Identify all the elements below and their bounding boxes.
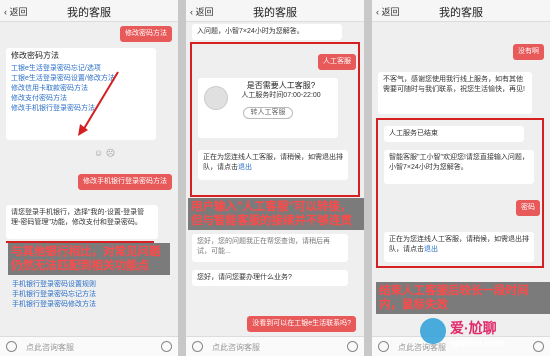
exit-queue-link[interactable]: 退出 bbox=[238, 164, 252, 171]
arrow-annotation bbox=[78, 71, 119, 136]
user-message: 密码 bbox=[516, 200, 540, 216]
related-links: 手机银行登录密码设置规则 手机银行登录密码忘记方法 手机银行登录密码修改方法 bbox=[12, 280, 96, 310]
voice-icon[interactable] bbox=[378, 341, 389, 352]
voice-icon[interactable] bbox=[6, 341, 17, 352]
user-message: 修改密码方法 bbox=[120, 26, 172, 42]
welcome-message: 智能客服"工小智"欢迎您!请您直接输入问题，小智7×24小时为您解答。 bbox=[384, 150, 534, 184]
transfer-button[interactable]: 转人工客服 bbox=[243, 107, 293, 119]
user-message: 人工客服 bbox=[318, 54, 356, 70]
faq-link[interactable]: 手机银行登录密码设置规则 bbox=[12, 280, 96, 290]
user-message: 修改手机银行登录密码方法 bbox=[78, 174, 172, 190]
chat-input[interactable]: 点此咨询客服 bbox=[26, 342, 74, 353]
bot-message: 入问题，小智7×24小时为您解答。 bbox=[192, 24, 342, 40]
bot-answer: 请您登录手机银行，选择"我的-设置-登录管理-密码管理"功能，修改支付和登录密码… bbox=[6, 205, 158, 239]
queue-message: 正在为您连线人工客服，请稍候，如需退出排队，请点击退出 bbox=[198, 150, 348, 180]
feedback-icons[interactable]: ☺ ☹ bbox=[94, 148, 115, 159]
chat-panel-3: ‹ 返回 我的客服 没有啊 不客气，感谢您使用我行线上服务，如有其他需要可随时与… bbox=[372, 0, 550, 356]
chat-panel-1: ‹ 返回 我的客服 修改密码方法 修改密码方法 工银e生活登录密码忘记/选项 工… bbox=[0, 0, 178, 356]
watermark-domain: igaliao.com bbox=[450, 338, 506, 349]
exit-queue-link[interactable]: 退出 bbox=[424, 246, 438, 253]
bot-message: 您好，您的问题我正在帮您查询，请稍后再试，可能... bbox=[192, 234, 348, 262]
chat-header: ‹ 返回 我的客服 bbox=[186, 0, 364, 22]
robot-avatar-icon bbox=[204, 86, 228, 110]
annotation-text: 用户输入"人工客服"可以转接，但与智能客服的接续并不够连贯 bbox=[188, 198, 364, 230]
add-icon[interactable] bbox=[347, 341, 358, 352]
faq-link[interactable]: 手机银行登录密码忘记方法 bbox=[12, 290, 96, 300]
session-ended: 人工服务已结束 bbox=[384, 126, 524, 142]
input-bar: 点此咨询客服 bbox=[186, 336, 364, 356]
bot-message: 不客气，感谢您使用我行线上服务，如有其他需要可随时与我们联系，祝您生活愉快，再见… bbox=[378, 72, 532, 114]
queue-message: 正在为您连线人工客服，请稍候，如需退出排队，请点击退出 bbox=[384, 232, 534, 262]
chat-header: ‹ 返回 我的客服 bbox=[372, 0, 550, 22]
annotation-text: 与其他银行相比，对常见问题仍然无法匹配到相关功能点 bbox=[8, 243, 170, 275]
transfer-card: 是否需要人工客服? 人工服务时间07:00-22:00 转人工客服 bbox=[198, 78, 338, 138]
bot-message: 您好，请问您要办理什么业务? bbox=[192, 270, 348, 286]
faq-link[interactable]: 手机银行登录密码修改方法 bbox=[12, 300, 96, 310]
page-title: 我的客服 bbox=[67, 7, 111, 19]
chat-input[interactable]: 点此咨询客服 bbox=[212, 342, 260, 353]
input-bar: 点此咨询客服 bbox=[0, 336, 178, 356]
chat-panel-2: ‹ 返回 我的客服 入问题，小智7×24小时为您解答。 人工客服 是否需要人工客… bbox=[186, 0, 364, 356]
prompt-question: 是否需要人工客服? bbox=[246, 81, 316, 90]
voice-icon[interactable] bbox=[192, 341, 203, 352]
prompt-time: 人工服务时间07:00-22:00 bbox=[241, 92, 321, 99]
watermark: 爱·尬聊 igaliao.com bbox=[420, 318, 548, 354]
page-title: 我的客服 bbox=[439, 7, 483, 19]
watermark-brand: 爱·尬聊 bbox=[450, 320, 497, 336]
user-message: 没看到可以在工银e生活联系吗? bbox=[247, 316, 356, 332]
page-title: 我的客服 bbox=[253, 7, 297, 19]
chat-header: ‹ 返回 我的客服 bbox=[0, 0, 178, 22]
annotation-text: 结束人工客服后较长一段时间内，鼠标失效 bbox=[376, 282, 550, 314]
card-title: 修改密码方法 bbox=[11, 51, 59, 60]
add-icon[interactable] bbox=[161, 341, 172, 352]
user-message: 没有啊 bbox=[513, 44, 544, 60]
brand-logo-icon bbox=[420, 318, 446, 344]
